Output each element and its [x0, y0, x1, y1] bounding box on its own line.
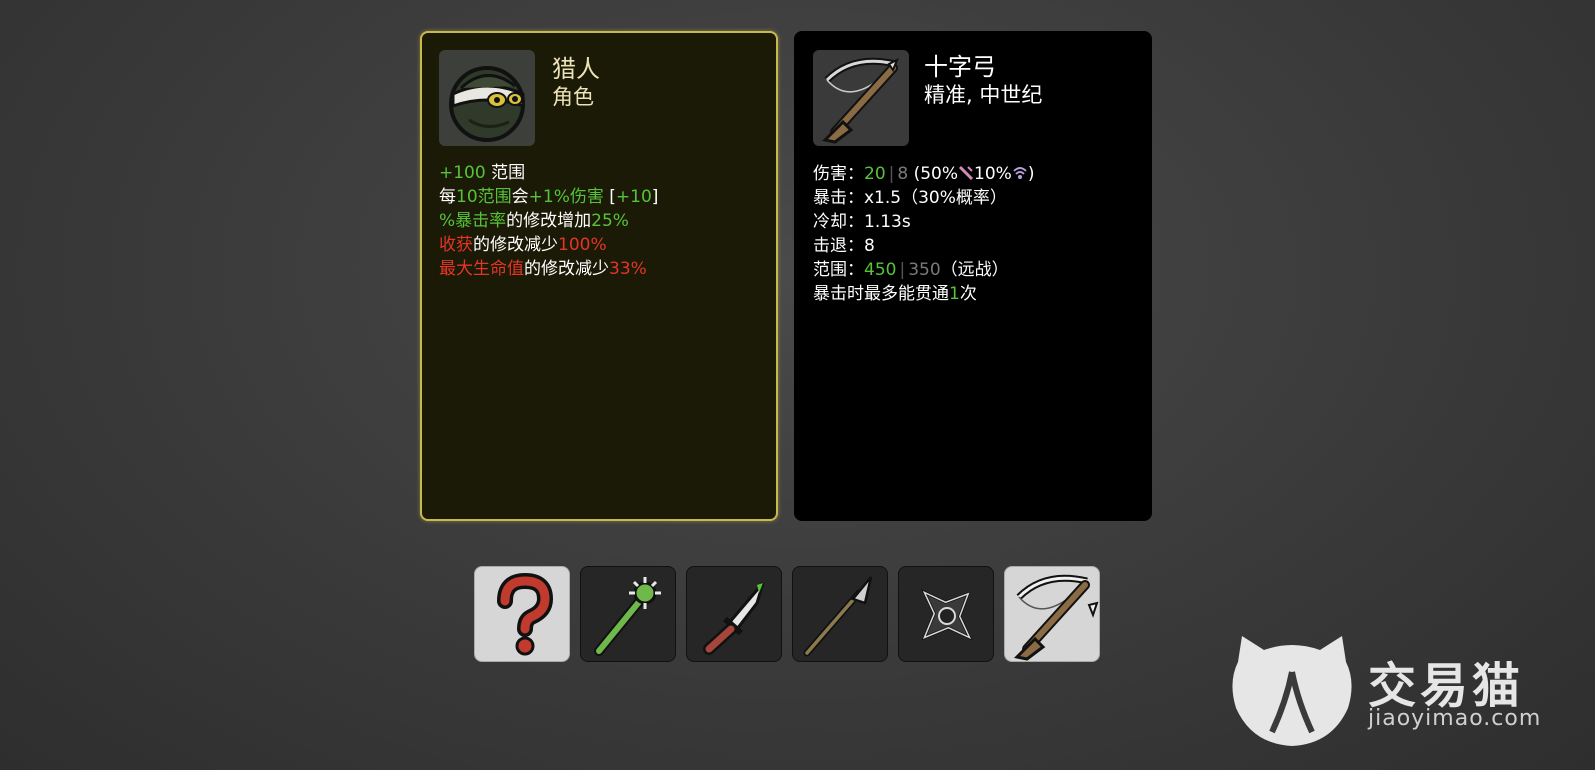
weapon-range: 范围：450 | 350（远战） [813, 260, 1009, 280]
stat-range: +100 范围 [439, 163, 526, 183]
crossbow-icon [821, 57, 899, 144]
watermark: 交易猫 jiaoyimao.com [1228, 632, 1558, 752]
character-panel: 猎人 角色 +100 范围 每10范围会+1%伤害 [+10] %暴击率的修改增… [420, 31, 778, 521]
knife-icon [703, 582, 765, 655]
weapon-crit: 暴击：x1.5（30%概率） [813, 188, 1007, 208]
hunter-masked-face-icon [449, 66, 525, 142]
spear-icon [803, 576, 873, 657]
cat-logo-icon [1232, 636, 1352, 746]
stat-maxhp-modifier: 最大生命值的修改减少33% [439, 259, 647, 279]
question-mark-icon [497, 572, 554, 656]
spiked-club-icon [594, 577, 661, 656]
weapon-name: 十字弓 [924, 53, 996, 81]
stat-harvest-modifier: 收获的修改减少100% [439, 235, 607, 255]
weapon-stats: 伤害：20 | 8 (50% 10%) 暴击：x1.5（30%概率） 冷却：1.13s… [813, 162, 1034, 306]
slot-knife[interactable] [686, 566, 782, 662]
crossbow-icon [1013, 574, 1099, 661]
weapon-pierce: 暴击时最多能贯通1次 [813, 284, 977, 304]
slot-shuriken[interactable] [898, 566, 994, 662]
weapon-knockback: 击退：8 [813, 236, 875, 256]
weapon-tags: 精准, 中世纪 [924, 83, 1043, 107]
stat-range-damage: 每10范围会+1%伤害 [+10] [439, 187, 659, 207]
slot-crossbow[interactable] [1004, 566, 1100, 662]
character-stats: +100 范围 每10范围会+1%伤害 [+10] %暴击率的修改增加25% 收… [439, 161, 658, 281]
weapon-slots [474, 566, 1104, 662]
shuriken-icon [921, 589, 973, 641]
slot-spiked-club[interactable] [580, 566, 676, 662]
character-name: 猎人 [552, 55, 600, 83]
weapon-panel: 十字弓 精准, 中世纪 伤害：20 | 8 (50% 10%) 暴击：x1.5（30%… [794, 31, 1152, 521]
engineering-scaling-icon [1013, 167, 1027, 179]
weapon-portrait [813, 50, 909, 146]
character-portrait [439, 50, 535, 146]
character-type: 角色 [552, 85, 594, 109]
slot-random[interactable] [474, 566, 570, 662]
slot-spear[interactable] [792, 566, 888, 662]
melee-scaling-icon [958, 165, 974, 181]
weapon-cooldown: 冷却：1.13s [813, 212, 911, 232]
weapon-damage: 伤害：20 | 8 (50% 10%) [813, 164, 1035, 184]
watermark-url: jiaoyimao.com [1368, 706, 1542, 731]
stat-crit-modifier: %暴击率的修改增加25% [439, 211, 629, 231]
